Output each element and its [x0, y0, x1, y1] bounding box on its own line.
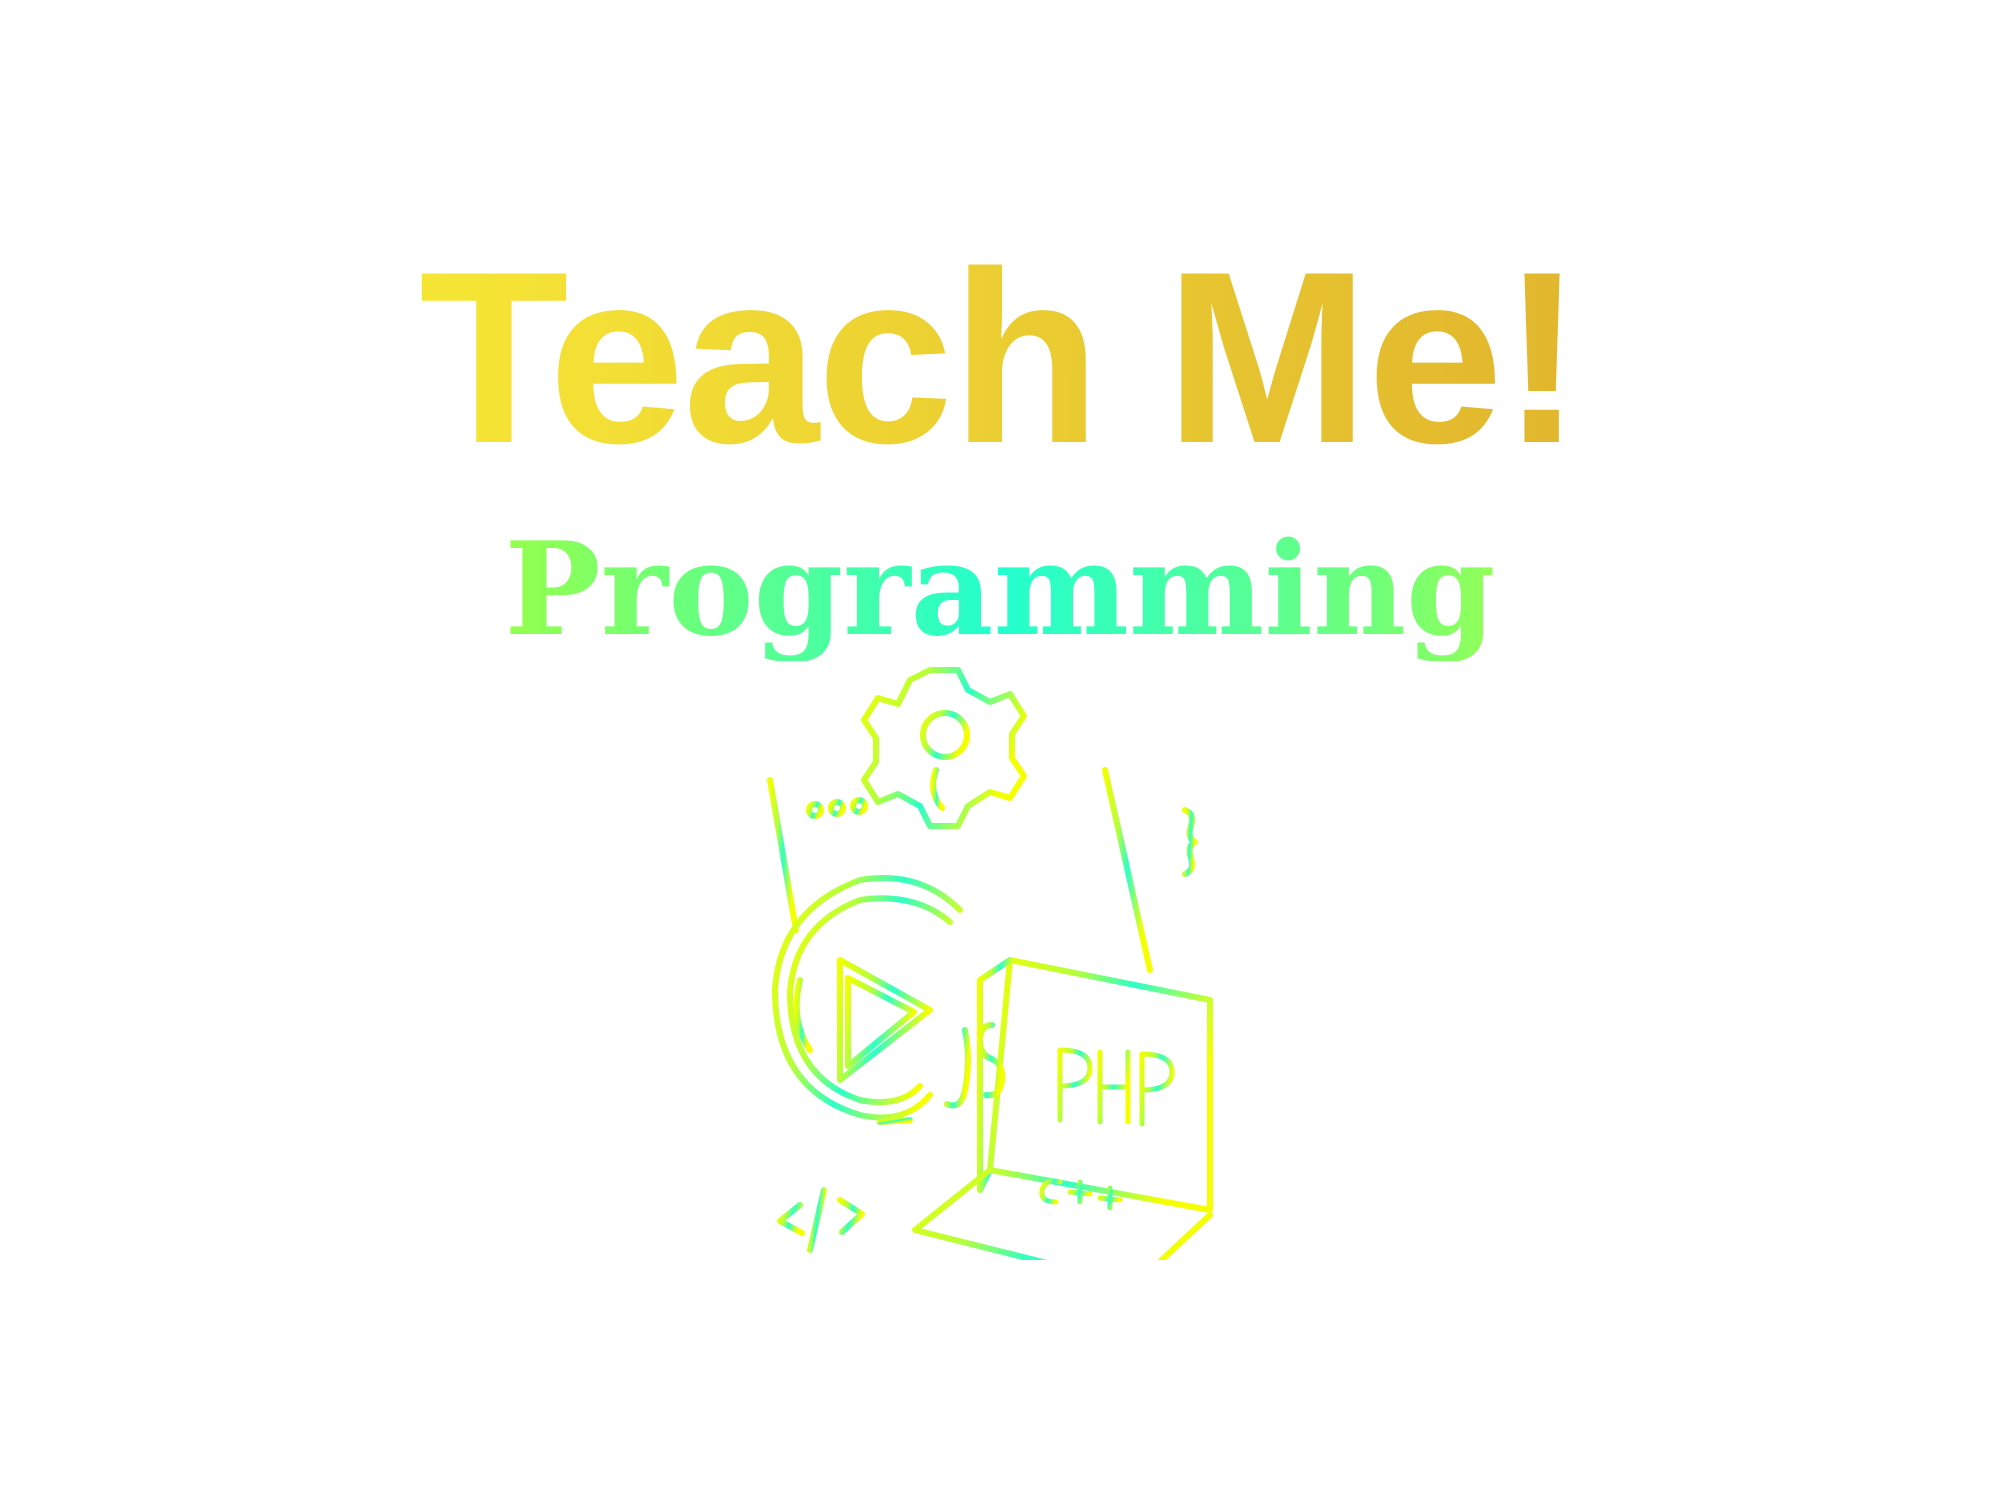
- c-language-icon: [772, 875, 963, 1121]
- programming-illustration-icon: [767, 667, 1213, 1260]
- gear-icon: [861, 667, 1027, 829]
- window-right-edge: [1102, 767, 1153, 973]
- php-text-icon: [1057, 1047, 1175, 1127]
- cpp-text-icon: [1039, 1178, 1123, 1211]
- page-title: Teach Me!: [0, 235, 2000, 480]
- brace-icon: [1182, 807, 1198, 877]
- js-icon: [944, 1022, 1006, 1109]
- window-left-edge: [767, 777, 799, 933]
- code-tag-icon: [777, 1187, 865, 1253]
- window-dots-icon: [806, 797, 868, 819]
- page-subtitle: Programming: [0, 520, 2000, 661]
